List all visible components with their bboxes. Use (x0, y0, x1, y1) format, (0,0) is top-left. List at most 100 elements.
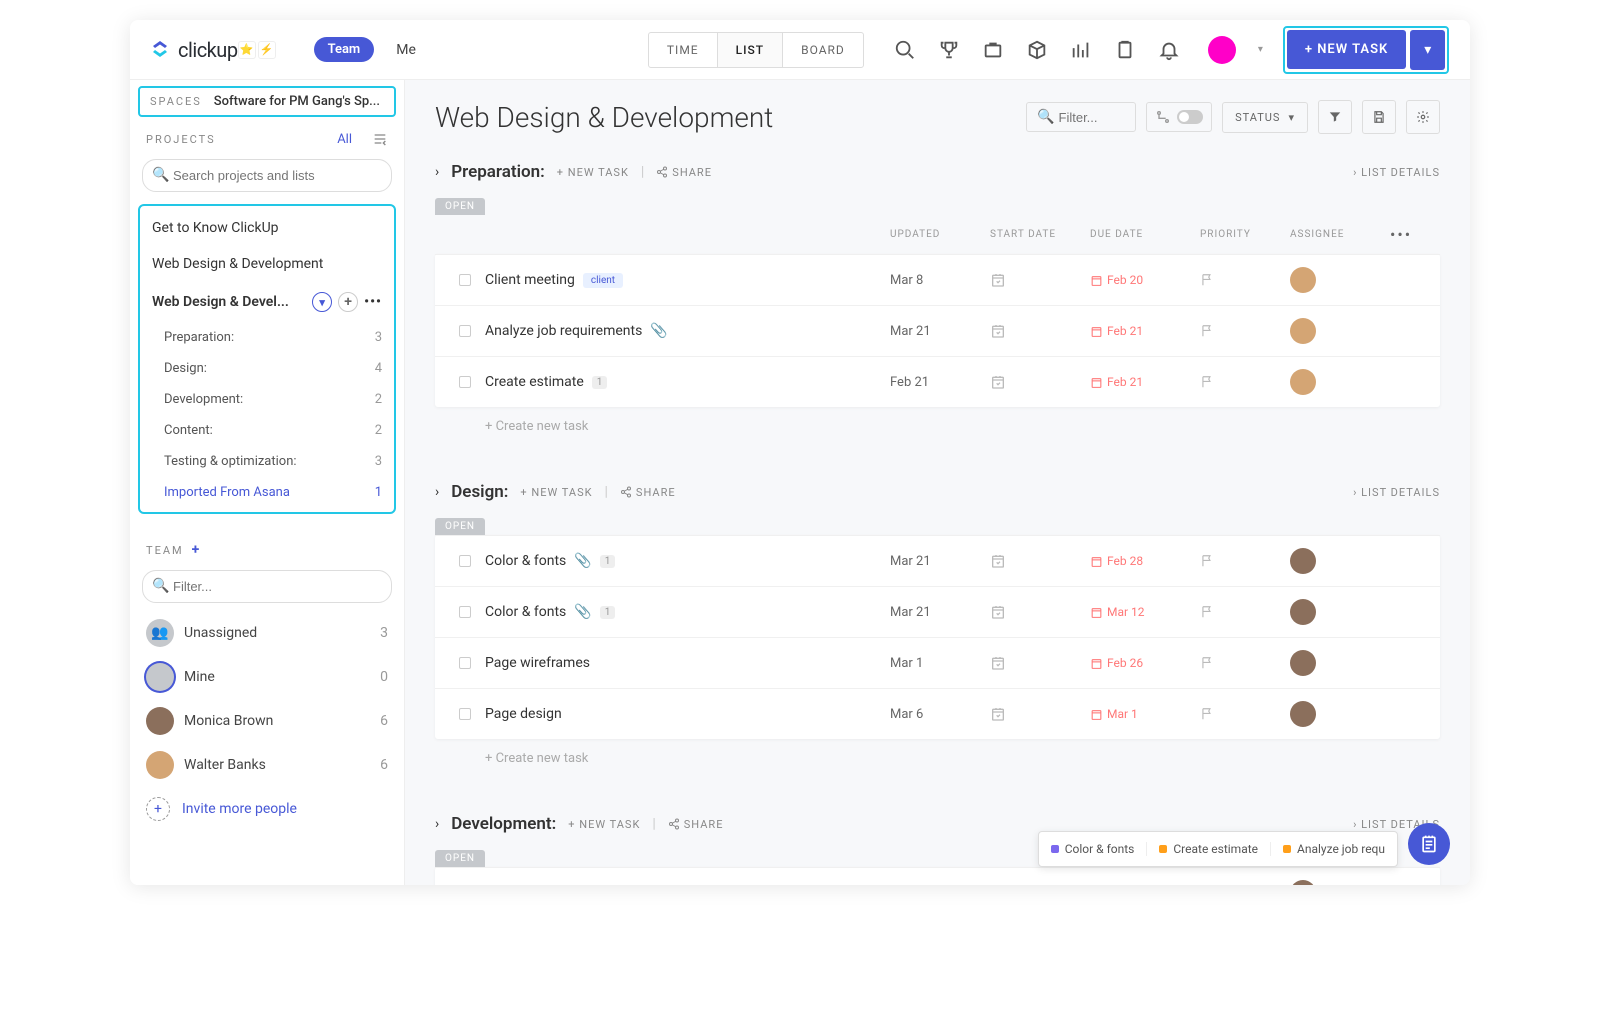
trophy-icon[interactable] (938, 39, 960, 61)
task-row[interactable]: Color & fonts📎1 Mar 21 Mar 12 (435, 586, 1440, 637)
due-date[interactable]: Feb 20 (1090, 273, 1200, 287)
team-filter-input[interactable] (142, 570, 392, 603)
assignee-avatar[interactable] (1290, 599, 1316, 625)
sidebar-list-item[interactable]: Design:4 (140, 353, 394, 384)
task-checkbox[interactable] (459, 325, 471, 337)
more-icon[interactable]: ••• (364, 294, 382, 310)
sidebar-list-item[interactable]: Development:2 (140, 384, 394, 415)
assignee-avatar[interactable] (1290, 880, 1316, 885)
search-icon[interactable] (894, 39, 916, 61)
start-date-picker[interactable] (990, 706, 1090, 722)
start-date-picker[interactable] (990, 604, 1090, 620)
project-item-active[interactable]: Web Design & Devel... ▾ + ••• (140, 282, 394, 322)
assignee-avatar[interactable] (1290, 701, 1316, 727)
section-new-task[interactable]: + NEW TASK (557, 166, 629, 179)
task-row[interactable]: Back-end Mar 12 Mar 12 (435, 867, 1440, 885)
due-date[interactable]: Feb 26 (1090, 656, 1200, 670)
task-row[interactable]: Client meetingclient Mar 8 Feb 20 (435, 254, 1440, 305)
invite-people[interactable]: + Invite more people (130, 787, 404, 831)
due-date[interactable]: Feb 21 (1090, 324, 1200, 338)
start-date-picker[interactable] (990, 655, 1090, 671)
task-row[interactable]: Create estimate1 Feb 21 Feb 21 (435, 356, 1440, 407)
due-date[interactable]: Feb 28 (1090, 554, 1200, 568)
priority-flag[interactable] (1200, 605, 1290, 619)
more-columns-icon[interactable]: ••• (1390, 225, 1430, 244)
settings-button[interactable] (1406, 100, 1440, 134)
task-checkbox[interactable] (459, 708, 471, 720)
bell-icon[interactable] (1158, 39, 1180, 61)
team-member[interactable]: Walter Banks6 (130, 743, 404, 787)
add-team-icon[interactable]: + (192, 542, 200, 558)
task-row[interactable]: Analyze job requirements📎 Mar 21 Feb 21 (435, 305, 1440, 356)
notepad-fab[interactable] (1408, 823, 1450, 865)
add-list-icon[interactable]: + (338, 292, 358, 312)
box-icon[interactable] (1026, 39, 1048, 61)
spaces-selector[interactable]: SPACES Software for PM Gang's Sp... (138, 86, 396, 117)
priority-flag[interactable] (1200, 375, 1290, 389)
start-date-picker[interactable] (990, 374, 1090, 390)
assignee-avatar[interactable] (1290, 267, 1316, 293)
briefcase-icon[interactable] (982, 39, 1004, 61)
clipboard-icon[interactable] (1114, 39, 1136, 61)
project-item[interactable]: Get to Know ClickUp (140, 210, 394, 246)
star-chip[interactable]: ⭐ (238, 41, 256, 59)
start-date-picker[interactable] (990, 553, 1090, 569)
create-task-row[interactable]: + Create new task (435, 407, 1440, 446)
section-share[interactable]: SHARE (656, 166, 712, 179)
create-task-row[interactable]: + Create new task (435, 739, 1440, 778)
minimized-task[interactable]: Create estimate (1147, 842, 1271, 856)
chevron-right-icon[interactable]: › (435, 816, 439, 832)
sidebar-list-item[interactable]: Imported From Asana1 (140, 477, 394, 508)
new-task-button[interactable]: + NEW TASK (1287, 30, 1406, 69)
sidebar-list-item[interactable]: Content:2 (140, 415, 394, 446)
team-tab[interactable]: Team (314, 37, 375, 62)
view-board[interactable]: BOARD (783, 33, 863, 67)
due-date[interactable]: Feb 21 (1090, 375, 1200, 389)
collapse-icon[interactable] (372, 131, 388, 147)
attachment-icon[interactable]: 📎 (574, 553, 591, 569)
priority-flag[interactable] (1200, 707, 1290, 721)
section-new-task[interactable]: + NEW TASK (568, 818, 640, 831)
priority-flag[interactable] (1200, 273, 1290, 287)
task-row[interactable]: Page wireframes Mar 1 Feb 26 (435, 637, 1440, 688)
section-share[interactable]: SHARE (620, 486, 676, 499)
filter-input[interactable] (1059, 110, 1129, 125)
logo[interactable]: clickup (148, 38, 238, 62)
due-date[interactable]: Mar 1 (1090, 707, 1200, 721)
projects-all-link[interactable]: All (337, 132, 352, 147)
assignee-avatar[interactable] (1290, 318, 1316, 344)
task-tag[interactable]: client (583, 273, 623, 288)
team-member[interactable]: Monica Brown6 (130, 699, 404, 743)
bolt-chip[interactable]: ⚡ (258, 41, 276, 59)
chevron-right-icon[interactable]: › (435, 484, 439, 500)
user-avatar[interactable] (1208, 36, 1236, 64)
task-checkbox[interactable] (459, 657, 471, 669)
new-task-dropdown[interactable]: ▾ (1410, 30, 1445, 70)
due-date[interactable]: Mar 12 (1090, 605, 1200, 619)
project-item[interactable]: Web Design & Development (140, 246, 394, 282)
me-tab[interactable]: Me (384, 37, 428, 63)
minimized-task[interactable]: Analyze job requ (1271, 842, 1397, 856)
sidebar-list-item[interactable]: Testing & optimization:3 (140, 446, 394, 477)
attachment-icon[interactable]: 📎 (650, 323, 667, 339)
minimized-task[interactable]: Color & fonts (1039, 842, 1148, 856)
filter-box[interactable]: 🔍 (1026, 102, 1136, 132)
filter-button[interactable] (1318, 100, 1352, 134)
chevron-down-icon[interactable]: ▾ (312, 292, 332, 312)
view-time[interactable]: TIME (649, 33, 718, 67)
status-dropdown[interactable]: STATUS ▾ (1222, 102, 1308, 133)
view-list[interactable]: LIST (718, 33, 783, 67)
team-member[interactable]: Mine0 (130, 655, 404, 699)
priority-flag[interactable] (1200, 656, 1290, 670)
task-checkbox[interactable] (459, 274, 471, 286)
list-details[interactable]: › LIST DETAILS (1353, 166, 1440, 179)
search-projects-input[interactable] (142, 159, 392, 192)
start-date-picker[interactable] (990, 272, 1090, 288)
start-date-picker[interactable] (990, 323, 1090, 339)
section-share[interactable]: SHARE (668, 818, 724, 831)
priority-flag[interactable] (1200, 324, 1290, 338)
assignee-avatar[interactable] (1290, 369, 1316, 395)
bars-icon[interactable] (1070, 39, 1092, 61)
attachment-icon[interactable]: 📎 (574, 604, 591, 620)
task-checkbox[interactable] (459, 606, 471, 618)
